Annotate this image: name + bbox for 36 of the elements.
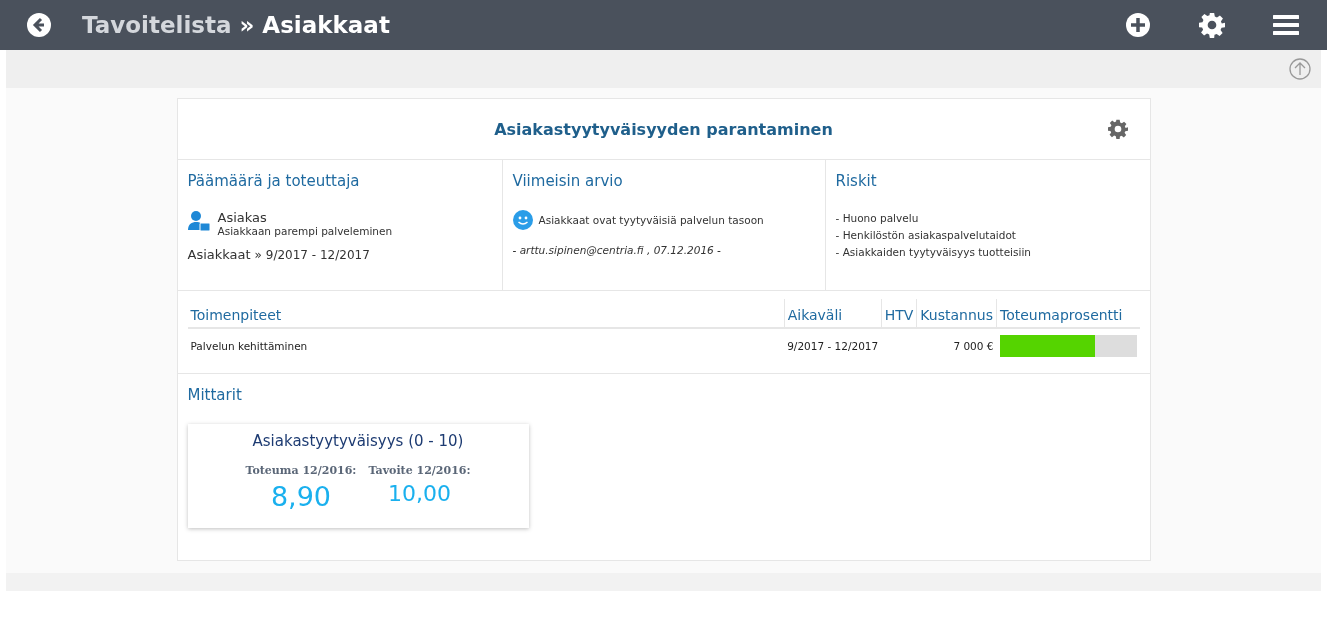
risk-item: - Asiakkaiden tyytyväisyys tuotteisiin bbox=[835, 245, 1032, 260]
assessment-text: Asiakkaat ovat tyytyväisiä palvelun tasoon bbox=[538, 214, 764, 226]
settings-icon[interactable] bbox=[1107, 119, 1128, 139]
goal-title: Asiakastyytyväisyyden parantaminen bbox=[494, 119, 833, 139]
column-header: Kustannus bbox=[916, 299, 997, 328]
section-heading: Päämäärä ja toteuttaja bbox=[187, 172, 361, 190]
target-value: 10,00 bbox=[386, 481, 452, 506]
column-header: HTV bbox=[881, 299, 917, 328]
table-cell: Palvelun kehittäminen bbox=[187, 328, 785, 363]
settings-icon[interactable] bbox=[1199, 12, 1225, 38]
owner-name: Asiakas bbox=[217, 210, 268, 225]
column-header: Toteumaprosentti bbox=[996, 299, 1140, 328]
smiley-icon bbox=[512, 210, 533, 230]
risk-item: - Huono palvelu bbox=[835, 211, 920, 226]
target-label: Tavoite 12/2016: bbox=[368, 464, 471, 477]
assessment-author: - arttu.sipinen@centria.fi , 07.12.2016 - bbox=[512, 244, 722, 256]
menu-icon[interactable] bbox=[1273, 14, 1299, 36]
section-heading: Mittarit bbox=[187, 386, 243, 404]
table-cell: 9/2017 - 12/2017 bbox=[784, 328, 882, 363]
goal-period: » 9/2017 - 12/2017 bbox=[254, 248, 370, 262]
column-header: Toimenpiteet bbox=[187, 299, 785, 328]
risk-item: - Henkilöstön asiakaspalvelutaidot bbox=[835, 228, 1017, 243]
section-heading: Viimeisin arvio bbox=[512, 172, 624, 190]
table-cell: 7 000 € bbox=[916, 328, 997, 363]
add-icon[interactable] bbox=[1125, 12, 1151, 38]
meter-title: Asiakastyytyväisyys (0 - 10) bbox=[251, 432, 465, 450]
page-title: » Asiakkaat bbox=[239, 12, 390, 38]
back-icon[interactable] bbox=[26, 12, 52, 38]
breadcrumb-link[interactable]: Tavoitelista bbox=[82, 12, 232, 38]
owner-description: Asiakkaan parempi palveleminen bbox=[217, 225, 393, 237]
actual-label: Toteuma 12/2016: bbox=[245, 464, 357, 477]
column-header: Aikaväli bbox=[784, 299, 882, 328]
section-heading: Riskit bbox=[835, 172, 878, 190]
owner-group: Asiakkaat bbox=[187, 247, 251, 262]
user-icon bbox=[187, 210, 210, 232]
actual-value: 8,90 bbox=[269, 481, 332, 512]
